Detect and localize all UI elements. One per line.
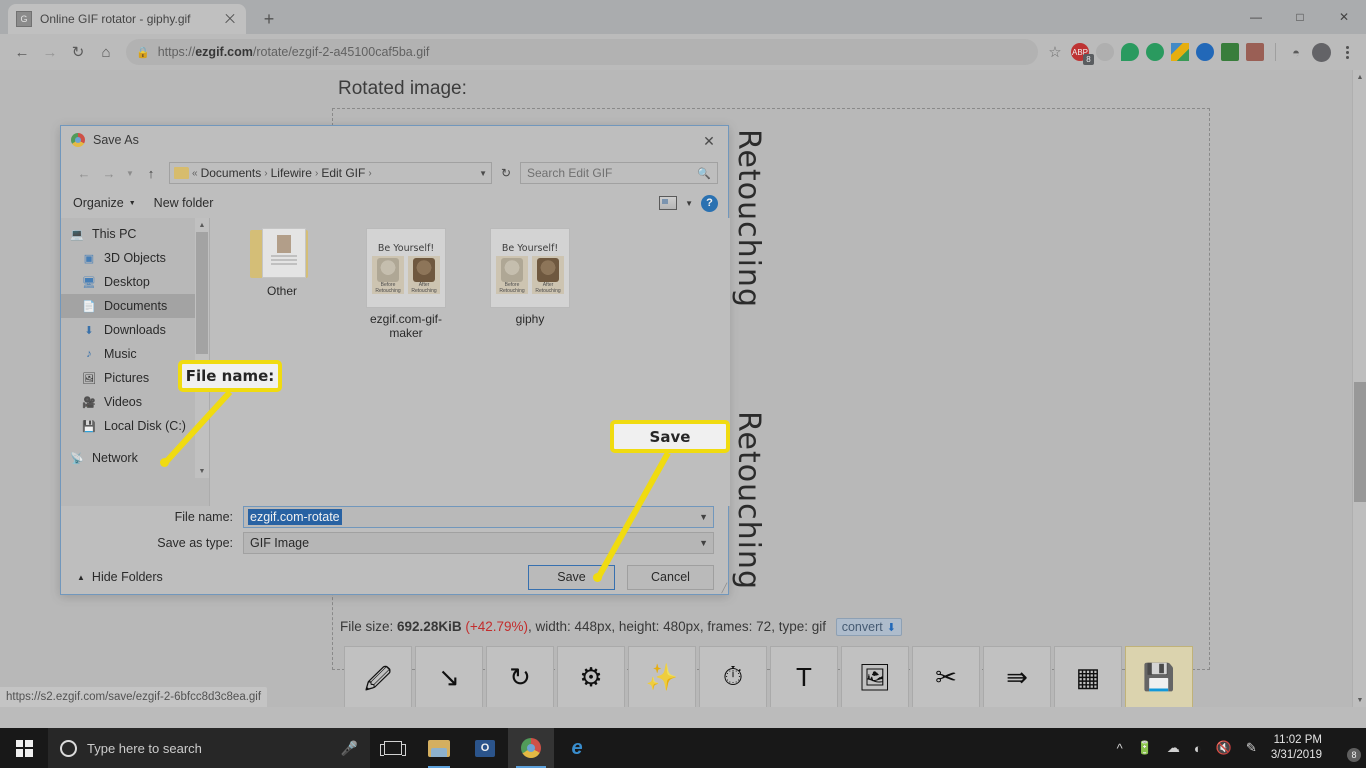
callout-anchor-dot — [593, 573, 602, 582]
screen: G Online GIF rotator - giphy.gif + — □ ✕… — [0, 0, 1366, 768]
callout-file-name: File name: — [178, 360, 282, 392]
callout-save: Save — [610, 420, 730, 453]
callout-anchor-dot — [160, 458, 169, 467]
